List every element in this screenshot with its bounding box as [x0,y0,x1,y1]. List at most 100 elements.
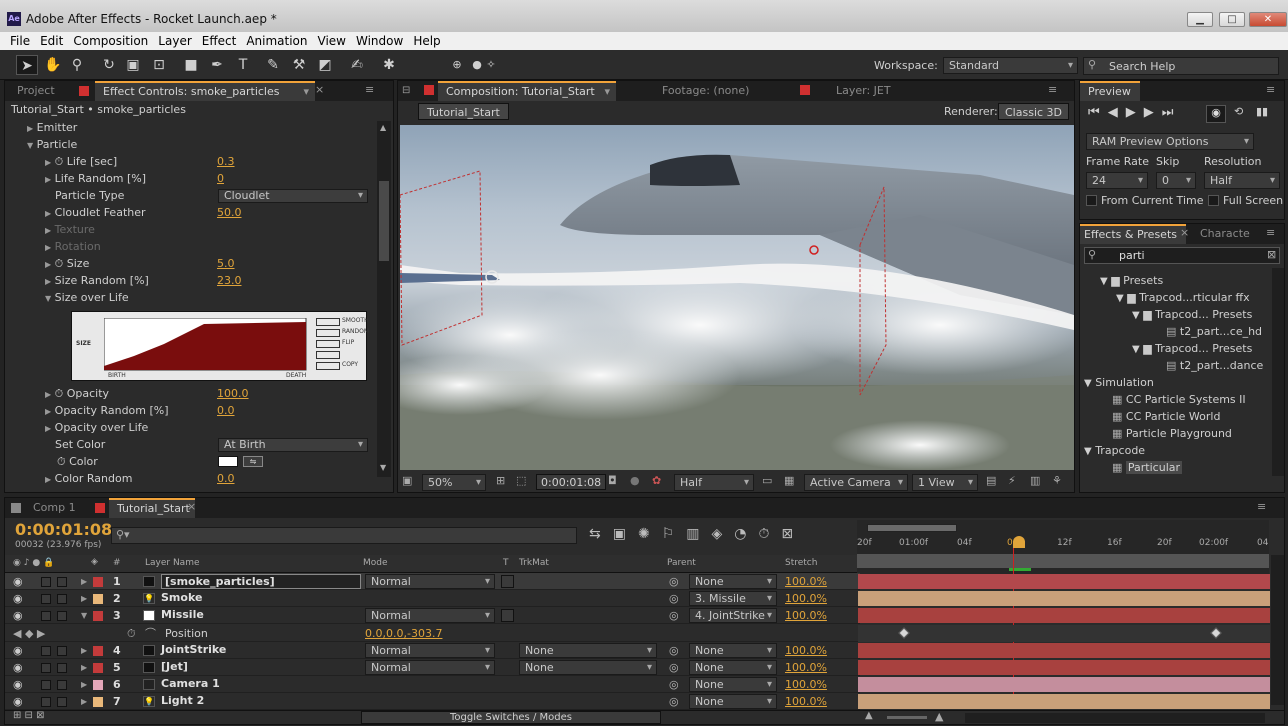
graph-smooth-button[interactable]: SMOOTH [342,317,369,324]
tree-effect-item[interactable]: ▦ Particle Playground [1080,425,1276,442]
timeline-current-time[interactable]: 0:00:01:08 [15,520,112,539]
opacity-random-row[interactable]: ▶ Opacity Random [%] 0.0 [5,402,383,419]
current-time-display[interactable]: 0:00:01:08 [536,474,607,490]
magnification-dropdown[interactable]: 50% [422,474,486,491]
layer-duration-bar[interactable] [858,574,1270,589]
next-frame-icon[interactable]: ▶ [1144,105,1162,120]
brush-tool-icon[interactable]: ✎ [262,55,284,75]
keyframe[interactable] [1210,627,1222,639]
expand-triangle-icon[interactable]: ▼ [81,607,87,624]
timeline-icon[interactable]: ▥ [1030,474,1040,487]
mask-visibility-icon[interactable]: ⬚ [516,474,526,487]
tab-footage[interactable]: Footage: (none) [654,81,757,101]
layer-label-color[interactable] [93,697,103,707]
eye-icon[interactable]: ◉ [13,590,23,607]
layer-row[interactable]: ◉ ▶ 7 💡 Light 2 ◎ None 100.0% [5,693,860,710]
layer-name[interactable]: Light 2 [161,694,204,709]
fast-preview-icon[interactable]: ⚡ [1008,474,1016,487]
frame-rate-dropdown[interactable]: 24 [1086,172,1148,189]
layer-label-color[interactable] [93,680,103,690]
text-tool-icon[interactable]: T [232,55,254,75]
pan-behind-tool-icon[interactable]: ⊡ [148,55,170,75]
layer-row[interactable]: ◉ ▶ 1 [smoke_particles] Normal ◎ None 100.0% [5,573,860,590]
graph-editor-icon[interactable]: ⏱ [759,526,782,542]
play-icon[interactable]: ▶ [1126,105,1144,120]
eyedropper-icon[interactable]: ⇋ [243,456,263,467]
expand-triangle-icon[interactable]: ▶ [81,659,87,676]
size-over-life-row[interactable]: ▼ Size over Life [5,289,383,306]
expand-panes-icon[interactable]: ⊞ ⊟ ⊠ [13,710,45,721]
stretch-value[interactable]: 100.0% [785,642,827,659]
expand-triangle-icon[interactable]: ▶ [81,693,87,710]
stopwatch-icon[interactable]: ⏱ [55,257,64,270]
opacity-value[interactable]: 100.0 [217,385,249,402]
layer-name[interactable]: Smoke [161,591,202,606]
tree-trapcode[interactable]: ▼ Trapcode [1080,442,1276,459]
last-frame-icon[interactable]: ⏭ [1162,105,1182,120]
graph-preset-button[interactable] [316,351,340,359]
search-help-field[interactable]: ⚲ Search Help [1083,57,1279,75]
stretch-value[interactable]: 100.0% [785,676,827,693]
pick-whip-icon[interactable]: ◎ [669,573,679,590]
cloudlet-feather-value[interactable]: 50.0 [217,204,242,221]
particle-group[interactable]: ▼ Particle [5,136,383,153]
pick-whip-icon[interactable]: ◎ [669,659,679,676]
local-axis-icon[interactable]: ⊕ [446,55,468,75]
lock-switch[interactable] [57,577,67,587]
track-matte-dropdown[interactable]: None [519,660,657,675]
color-random-value[interactable]: 0.0 [217,470,235,487]
layer-name[interactable]: Missile [161,608,204,623]
keyframe[interactable] [898,627,910,639]
stretch-value[interactable]: 100.0% [785,659,827,676]
pen-tool-icon[interactable]: ✒ [206,55,228,75]
timeline-zoom-slider[interactable] [887,716,927,719]
timeline-horizontal-scrollbar[interactable] [965,713,1265,723]
layer-row[interactable]: ◉ ▶ 4 JointStrike Normal None ◎ None 100.0% [5,642,860,659]
layer-name[interactable]: [Jet] [161,660,188,675]
graph-preset-button[interactable] [316,329,340,337]
lock-switch[interactable] [57,611,67,621]
size-random-value[interactable]: 23.0 [217,272,242,289]
menu-animation[interactable]: Animation [241,34,312,48]
loop-icon[interactable]: ⟲ [1234,105,1243,118]
opacity-row[interactable]: ▶ ⏱ Opacity 100.0 [5,385,383,402]
selection-tool-icon[interactable]: ➤ [16,55,38,75]
full-screen-checkbox[interactable] [1208,195,1219,206]
eye-icon[interactable]: ◉ [13,659,23,676]
work-area[interactable] [857,554,1269,568]
eraser-tool-icon[interactable]: ◩ [314,55,336,75]
blend-mode-dropdown[interactable]: Normal [365,574,495,589]
expand-triangle-icon[interactable]: ▶ [81,642,87,659]
menu-help[interactable]: Help [408,34,445,48]
tab-effect-controls[interactable]: Effect Controls: smoke_particles ▾ [95,81,315,101]
timeline-search-field[interactable]: ⚲▾ [111,527,577,544]
safe-zones-icon[interactable]: ⊞ [496,474,505,487]
solo-switch[interactable] [41,646,51,656]
layer-label-color[interactable] [93,611,103,621]
solo-switch[interactable] [41,594,51,604]
camera-tool-icon[interactable]: ▣ [122,55,144,75]
shy-layers-icon[interactable]: ✺ [638,526,662,542]
track-matte-dropdown[interactable]: None [519,643,657,658]
layer-row[interactable]: ◉ ▶ 6 Camera 1 ◎ None 100.0% [5,676,860,693]
toggle-switches-modes-button[interactable]: Toggle Switches / Modes [361,711,661,724]
pick-whip-icon[interactable]: ◎ [669,607,679,624]
size-row[interactable]: ▶ ⏱ Size 5.0 [5,255,383,272]
color-swatch[interactable] [218,456,238,467]
size-random-row[interactable]: ▶ Size Random [%] 23.0 [5,272,383,289]
expand-triangle-icon[interactable]: ▶ [81,573,87,590]
effects-search-field[interactable]: ⚲ parti ⊠ [1084,247,1280,264]
tree-effect-item[interactable]: ▦ CC Particle World [1080,408,1276,425]
color-random-row[interactable]: ▶ Color Random 0.0 [5,470,383,487]
eye-icon[interactable]: ◉ [13,676,23,693]
graph-preset-button[interactable] [316,318,340,326]
work-area-bar[interactable] [867,524,957,532]
tree-effect-item[interactable]: ▦ CC Particle Systems II [1080,391,1276,408]
tree-simulation[interactable]: ▼ Simulation [1080,374,1276,391]
lock-switch[interactable] [57,680,67,690]
keyframe-navigator[interactable]: ◀ ◆ ▶ [13,625,45,642]
lock-switch[interactable] [57,663,67,673]
maximize-button[interactable]: □ [1219,12,1245,27]
from-current-time-checkbox[interactable] [1086,195,1097,206]
tree-effect-item-selected[interactable]: ▦ Particular [1080,459,1276,476]
